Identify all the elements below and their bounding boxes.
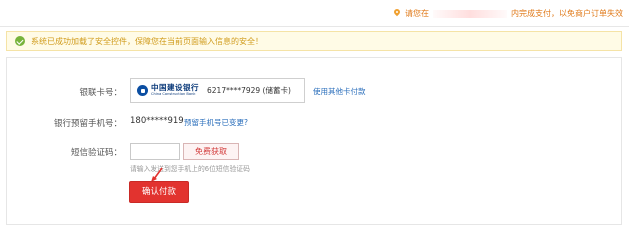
confirm-payment-button[interactable]: 确认付款 bbox=[129, 181, 189, 203]
tip-text-end: 内完成支付，以免商户订单失效 bbox=[511, 9, 623, 18]
get-code-button[interactable]: 免费获取 bbox=[183, 143, 239, 160]
security-notice-text: 系统已成功加载了安全控件，保障您在当前页面输入信息的安全！ bbox=[31, 36, 263, 46]
ccb-logo-icon bbox=[137, 85, 148, 96]
blurred-region bbox=[433, 9, 507, 18]
bank-card-selector[interactable]: 中国建设银行 China Construction Bank 6217****7… bbox=[130, 78, 305, 103]
card-label: 银联卡号： bbox=[79, 88, 122, 98]
sms-hint: 请输入发送到您手机上的6位短信验证码 bbox=[130, 165, 250, 173]
payment-time-tip: 请您在 内完成支付，以免商户订单失效 bbox=[393, 8, 623, 19]
bank-name: 中国建设银行 bbox=[151, 83, 199, 93]
top-bar: 请您在 内完成支付，以免商户订单失效 bbox=[0, 0, 629, 27]
phone-label: 银行预留手机号： bbox=[53, 119, 122, 129]
bank-name-en: China Construction Bank bbox=[151, 91, 196, 96]
sms-label: 短信验证码： bbox=[70, 148, 122, 158]
location-pin-icon bbox=[393, 9, 401, 19]
bank-logo-text: 中国建设银行 China Construction Bank bbox=[151, 84, 199, 96]
use-other-card-link[interactable]: 使用其他卡付款 bbox=[313, 86, 366, 97]
security-notice: 系统已成功加载了安全控件，保障您在当前页面输入信息的安全！ bbox=[6, 31, 622, 51]
check-circle-icon bbox=[15, 36, 25, 46]
payment-form-panel bbox=[6, 57, 622, 225]
tip-text-start: 请您在 bbox=[405, 9, 429, 18]
card-number: 6217****7929 (储蓄卡) bbox=[207, 86, 291, 95]
sms-code-input[interactable] bbox=[130, 143, 180, 160]
phone-value: 180*****919 bbox=[130, 116, 184, 126]
phone-changed-link[interactable]: 预留手机号已变更? bbox=[184, 117, 248, 128]
